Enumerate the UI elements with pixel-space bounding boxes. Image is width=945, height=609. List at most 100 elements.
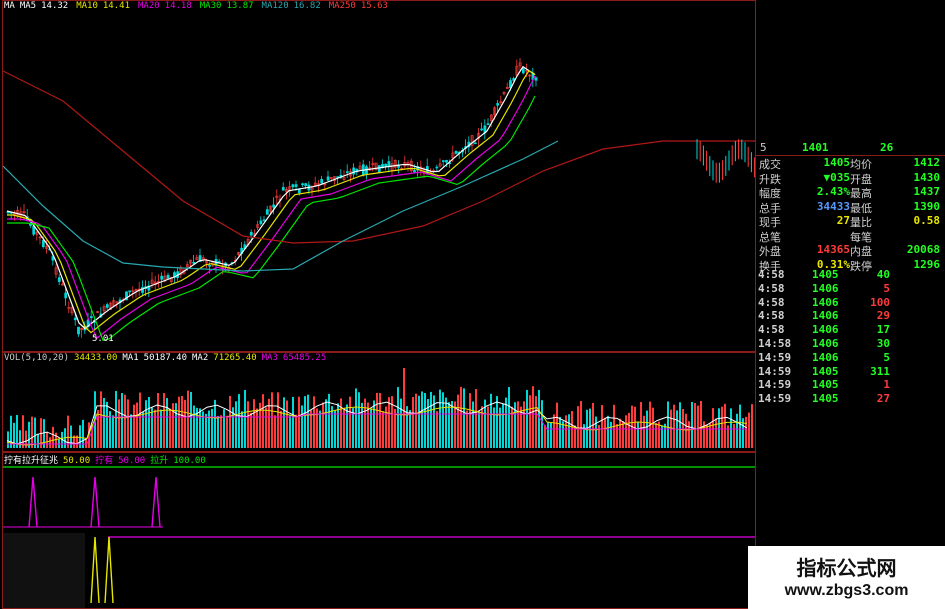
- volume-bar: [256, 408, 258, 448]
- volume-bar: [565, 415, 567, 448]
- indicator-chart[interactable]: [3, 453, 755, 608]
- volume-bar: [538, 389, 540, 448]
- volume-chart[interactable]: [3, 353, 755, 451]
- candle-body: [265, 209, 269, 215]
- ind-legend-item: 拧有: [95, 456, 114, 466]
- quote-header-right: 26: [880, 141, 894, 154]
- volume-bar: [79, 425, 81, 448]
- candle-body: [105, 304, 109, 308]
- tick-row: 14:59 1406 5: [756, 351, 945, 366]
- volume-bar: [139, 392, 141, 448]
- tick-row: 4:58 1406 29: [756, 309, 945, 324]
- candle-body: [259, 220, 263, 224]
- volume-bar: [124, 394, 126, 448]
- candle-body: [73, 317, 77, 321]
- volume-bar: [238, 394, 240, 448]
- tick-price: 1406: [812, 350, 839, 364]
- volume-bar: [136, 402, 138, 448]
- volume-bar: [334, 410, 336, 448]
- candle-body: [377, 165, 381, 173]
- volume-bar: [46, 431, 48, 448]
- volume-bar: [445, 397, 447, 448]
- tick-vol: 311: [870, 364, 890, 378]
- tick-vol: 29: [876, 309, 890, 323]
- volume-bar: [517, 401, 519, 448]
- ma30-line: [7, 95, 536, 342]
- candle-body: [89, 316, 93, 319]
- volume-bar: [298, 396, 300, 448]
- tick-list[interactable]: 4:58 1405 40 4:58 1406 5 4:58 1406 100 4:58 1406 29…: [756, 268, 945, 408]
- candle-body: [413, 170, 416, 173]
- volume-bar: [541, 400, 543, 448]
- tick-vol: 27: [876, 392, 890, 406]
- volume-bar: [19, 430, 21, 448]
- volume-bar: [235, 401, 237, 448]
- volume-bar: [157, 393, 159, 448]
- volume-bar: [292, 396, 294, 448]
- candle-body: [486, 123, 490, 126]
- price-chart-panel[interactable]: [2, 0, 756, 352]
- volume-bar: [604, 417, 606, 448]
- volume-bar: [283, 397, 285, 448]
- vol-legend-item: 65485.25: [282, 353, 327, 363]
- candle-body: [41, 239, 45, 248]
- volume-bar: [589, 408, 591, 448]
- volume-bar: [229, 395, 231, 448]
- volume-bar: [382, 411, 384, 448]
- volume-bar: [472, 401, 474, 448]
- volume-bar: [616, 424, 618, 448]
- tick-row: 14:59 1405 311: [756, 365, 945, 380]
- volume-bar: [553, 414, 555, 448]
- candle-body: [352, 167, 356, 175]
- volume-bar: [736, 413, 738, 448]
- candle-body: [304, 183, 308, 186]
- tick-row: 14:59 1405 1: [756, 378, 945, 393]
- volume-panel[interactable]: [2, 352, 756, 452]
- ind-legend-item: 50.00: [118, 456, 146, 466]
- volume-bar: [307, 394, 309, 448]
- volume-bar: [322, 402, 324, 448]
- volume-bar: [748, 412, 750, 448]
- candle-body: [301, 183, 304, 186]
- volume-bar: [181, 396, 183, 448]
- quote-cell-lv: 14365: [816, 243, 850, 256]
- volume-bar: [685, 413, 687, 448]
- volume-bar: [16, 414, 18, 448]
- volume-bar: [112, 415, 114, 448]
- volume-bar: [22, 415, 24, 448]
- volume-bar: [724, 403, 726, 448]
- volume-bar: [265, 407, 267, 448]
- volume-bar: [700, 400, 702, 448]
- tick-vol: 5: [883, 350, 890, 364]
- volume-bar: [364, 398, 366, 448]
- tick-time: 4:58: [758, 295, 785, 309]
- candle-body: [345, 171, 349, 173]
- volume-bar: [430, 391, 432, 448]
- yellow-spike: [104, 536, 114, 604]
- quote-cell-lv: 27: [836, 214, 850, 227]
- candle-body: [77, 326, 80, 335]
- volume-bar: [310, 410, 312, 448]
- ma250-line: [3, 70, 755, 244]
- volume-bar: [370, 409, 372, 448]
- volume-bar: [679, 402, 681, 448]
- volume-bar: [154, 409, 156, 448]
- candlestick-chart[interactable]: [3, 1, 755, 351]
- volume-bar: [379, 393, 381, 448]
- volume-bar: [619, 418, 621, 448]
- volume-bar: [532, 386, 534, 448]
- volume-bar: [478, 411, 480, 448]
- volume-bar: [250, 412, 252, 448]
- volume-bar: [355, 388, 357, 448]
- volume-bar: [358, 392, 360, 448]
- quote-cell-lv: ▼035: [823, 170, 851, 184]
- volume-bar: [709, 423, 711, 448]
- volume-bar: [208, 410, 210, 448]
- volume-bar: [373, 400, 375, 448]
- quote-cell-lv: 1405: [823, 156, 851, 169]
- volume-bar: [388, 397, 390, 448]
- indicator-panel[interactable]: [2, 452, 756, 609]
- volume-bar: [106, 401, 108, 448]
- candle-body: [435, 166, 439, 169]
- candle-body: [57, 277, 61, 282]
